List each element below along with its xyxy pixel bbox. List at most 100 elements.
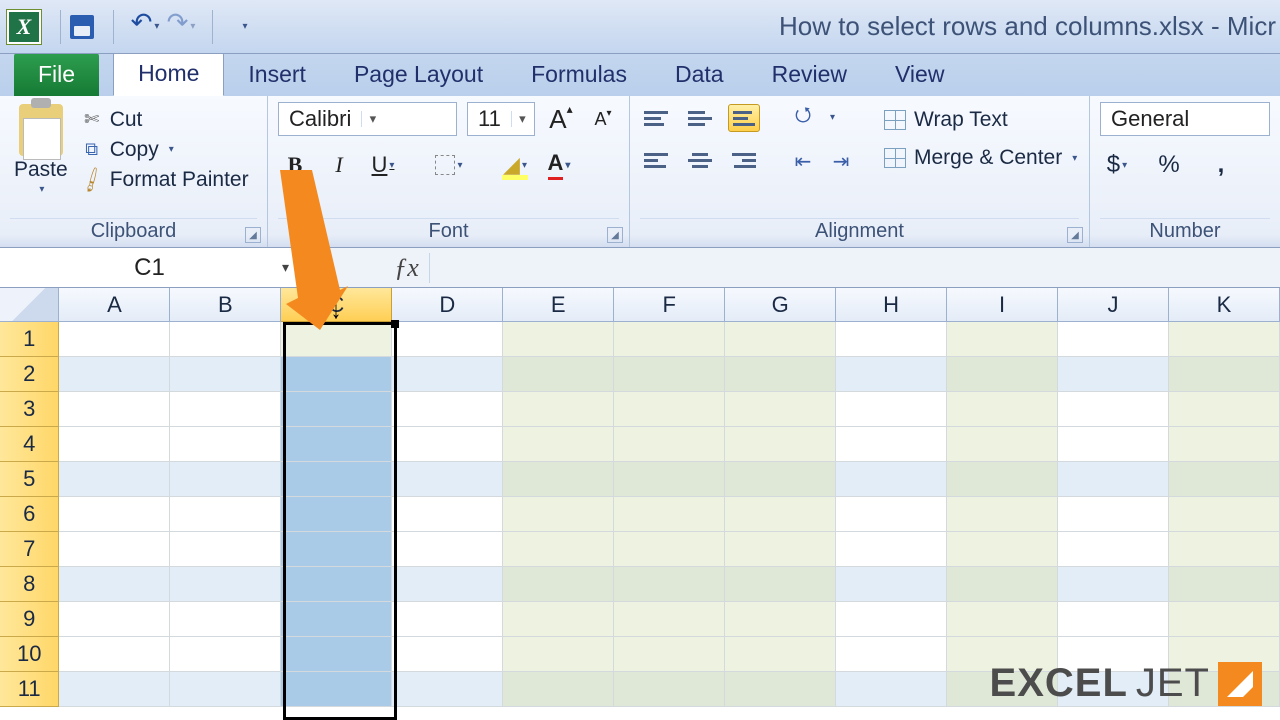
cell[interactable] (170, 497, 281, 532)
font-color-button[interactable]: A ▾ (542, 148, 576, 182)
cell[interactable] (836, 672, 947, 707)
cell[interactable] (281, 322, 392, 357)
cell[interactable] (947, 567, 1058, 602)
cell[interactable] (170, 567, 281, 602)
cell[interactable] (392, 532, 503, 567)
cell[interactable] (614, 532, 725, 567)
cell[interactable] (170, 602, 281, 637)
cell[interactable] (503, 497, 614, 532)
cell[interactable] (1058, 532, 1169, 567)
cell[interactable] (281, 357, 392, 392)
clipboard-launcher[interactable]: ◢ (245, 227, 261, 243)
align-center-button[interactable] (684, 146, 716, 174)
cell[interactable] (614, 357, 725, 392)
format-painter-button[interactable]: 🖌 Format Painter (82, 168, 249, 192)
chevron-down-icon[interactable]: ▾ (169, 144, 174, 155)
cell[interactable] (947, 357, 1058, 392)
chevron-down-icon[interactable]: ▾ (361, 111, 383, 127)
chevron-down-icon[interactable]: ▾ (1072, 153, 1077, 164)
row-header-1[interactable]: 1 (0, 322, 59, 357)
orientation-button[interactable]: ⭯ (788, 102, 818, 132)
row-header-8[interactable]: 8 (0, 567, 59, 602)
column-header-b[interactable]: B (170, 288, 281, 322)
cell[interactable] (1169, 427, 1280, 462)
cell[interactable] (503, 602, 614, 637)
chevron-down-icon[interactable]: ▾ (830, 112, 835, 123)
cell[interactable] (836, 392, 947, 427)
cell[interactable] (503, 357, 614, 392)
row-header-9[interactable]: 9 (0, 602, 59, 637)
decrease-font-button[interactable]: A▾ (587, 102, 619, 136)
tab-data[interactable]: Data (651, 53, 748, 96)
chevron-down-icon[interactable]: ▾ (154, 21, 159, 32)
tab-formulas[interactable]: Formulas (507, 53, 651, 96)
currency-button[interactable]: $▾ (1100, 148, 1134, 182)
wrap-text-button[interactable]: Wrap Text (884, 108, 1077, 132)
cell[interactable] (725, 602, 836, 637)
cell[interactable] (503, 462, 614, 497)
borders-button[interactable]: ▾ (432, 148, 466, 182)
cell[interactable] (1058, 567, 1169, 602)
cell[interactable] (1058, 392, 1169, 427)
chevron-down-icon[interactable]: ▾ (457, 160, 462, 171)
alignment-launcher[interactable]: ◢ (1067, 227, 1083, 243)
cell[interactable] (281, 637, 392, 672)
cell[interactable] (1169, 357, 1280, 392)
cell[interactable] (503, 637, 614, 672)
undo-button[interactable]: ↶▾ (132, 14, 158, 40)
cell[interactable] (614, 427, 725, 462)
cell[interactable] (614, 322, 725, 357)
cell[interactable] (725, 672, 836, 707)
cell[interactable] (59, 462, 170, 497)
column-header-a[interactable]: A (59, 288, 170, 322)
cell[interactable] (170, 357, 281, 392)
chevron-down-icon[interactable]: ▾ (511, 111, 533, 127)
cell[interactable] (281, 672, 392, 707)
cell[interactable] (170, 392, 281, 427)
cell[interactable] (947, 322, 1058, 357)
font-size-combo[interactable]: 11 ▾ (467, 102, 535, 136)
cell[interactable] (1058, 357, 1169, 392)
cell[interactable] (281, 602, 392, 637)
cell[interactable] (392, 497, 503, 532)
row-header-7[interactable]: 7 (0, 532, 59, 567)
cell[interactable] (725, 322, 836, 357)
cell[interactable] (170, 532, 281, 567)
cell[interactable] (503, 672, 614, 707)
cell[interactable] (503, 532, 614, 567)
cell[interactable] (947, 427, 1058, 462)
select-all-button[interactable] (0, 288, 59, 322)
cell[interactable] (614, 392, 725, 427)
row-header-3[interactable]: 3 (0, 392, 59, 427)
align-left-button[interactable] (640, 146, 672, 174)
cell[interactable] (59, 392, 170, 427)
cell[interactable] (1058, 427, 1169, 462)
cell[interactable] (614, 462, 725, 497)
cell[interactable] (725, 637, 836, 672)
row-header-11[interactable]: 11 (0, 672, 59, 707)
cell[interactable] (392, 672, 503, 707)
cell[interactable] (725, 357, 836, 392)
cell[interactable] (281, 392, 392, 427)
cell[interactable] (725, 567, 836, 602)
comma-button[interactable]: , (1204, 148, 1238, 182)
cell[interactable] (503, 567, 614, 602)
cell[interactable] (392, 322, 503, 357)
cell[interactable] (1169, 497, 1280, 532)
cell[interactable] (59, 322, 170, 357)
cell[interactable] (725, 532, 836, 567)
cell[interactable] (281, 462, 392, 497)
chevron-down-icon[interactable]: ▾ (39, 184, 44, 195)
cell[interactable] (392, 567, 503, 602)
column-header-g[interactable]: G (725, 288, 836, 322)
save-button[interactable] (69, 14, 95, 40)
cell[interactable] (281, 567, 392, 602)
tab-page-layout[interactable]: Page Layout (330, 53, 507, 96)
cell[interactable] (1169, 392, 1280, 427)
cell[interactable] (947, 392, 1058, 427)
chevron-down-icon[interactable]: ▾ (522, 160, 527, 171)
tab-review[interactable]: Review (748, 53, 871, 96)
cell[interactable] (947, 532, 1058, 567)
fx-icon[interactable]: ƒx (390, 253, 430, 283)
paste-button[interactable]: Paste ▾ (10, 102, 72, 197)
